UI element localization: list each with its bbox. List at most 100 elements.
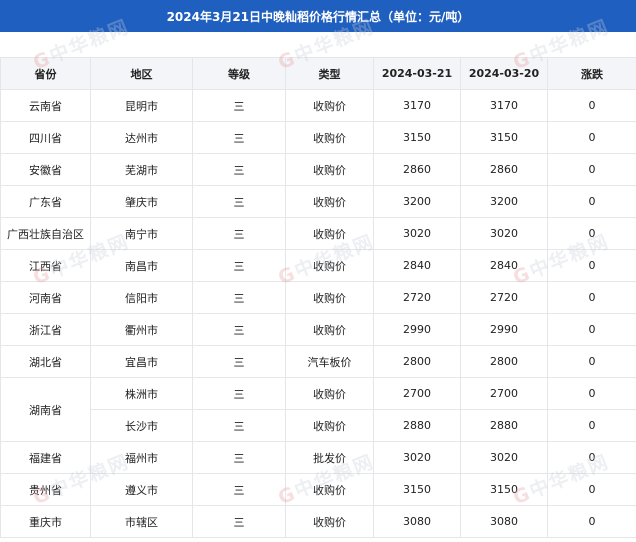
header-grade: 等级 (192, 57, 286, 90)
cell-price-date-1: 3020 (373, 441, 461, 474)
cell-province: 云南省 (0, 89, 91, 122)
table-header-row: 省份 地区 等级 类型 2024-03-21 2024-03-20 涨跌 (0, 57, 636, 90)
cell-province: 四川省 (0, 121, 91, 154)
cell-price-date-1: 2990 (373, 313, 461, 346)
table-row: 湖北省 宜昌市 三 汽车板价 2800 2800 0 (0, 345, 636, 378)
cell-price-date-2: 2800 (460, 345, 548, 378)
cell-type: 汽车板价 (285, 345, 374, 378)
cell-type: 收购价 (285, 505, 374, 538)
cell-type: 收购价 (285, 313, 374, 346)
cell-type: 收购价 (285, 217, 374, 250)
cell-price-date-1: 3170 (373, 89, 461, 122)
cell-city: 市辖区 (90, 505, 193, 538)
table-row: 贵州省 遵义市 三 收购价 3150 3150 0 (0, 473, 636, 506)
cell-change: 0 (547, 217, 636, 250)
price-table: 省份 地区 等级 类型 2024-03-21 2024-03-20 涨跌 云南省… (0, 57, 636, 538)
cell-change: 0 (547, 89, 636, 122)
cell-type: 收购价 (285, 409, 374, 442)
cell-price-date-1: 3150 (373, 121, 461, 154)
table-row: 湖南省 株洲市 三 收购价 2700 2700 0 (0, 377, 636, 442)
table-row: 长沙市 三 收购价 2880 2880 0 (1, 409, 636, 442)
cell-price-date-1: 2840 (373, 249, 461, 282)
cell-change: 0 (547, 281, 636, 314)
cell-province: 浙江省 (0, 313, 91, 346)
cell-price-date-1: 3150 (373, 473, 461, 506)
cell-change: 0 (547, 153, 636, 186)
cell-change: 0 (547, 345, 636, 378)
cell-grade: 三 (192, 281, 286, 314)
price-table-container: 省份 地区 等级 类型 2024-03-21 2024-03-20 涨跌 云南省… (0, 57, 636, 538)
cell-type: 收购价 (285, 185, 374, 218)
cell-city: 宜昌市 (90, 345, 193, 378)
cell-province: 广东省 (0, 185, 91, 218)
cell-city: 信阳市 (90, 281, 193, 314)
header-city: 地区 (90, 57, 193, 90)
cell-price-date-2: 2990 (460, 313, 548, 346)
cell-city: 肇庆市 (90, 185, 193, 218)
cell-grade: 三 (192, 345, 286, 378)
cell-type: 批发价 (285, 441, 374, 474)
table-row: 浙江省 衢州市 三 收购价 2990 2990 0 (0, 313, 636, 346)
cell-change: 0 (547, 505, 636, 538)
cell-change: 0 (547, 377, 636, 410)
cell-city: 衢州市 (90, 313, 193, 346)
cell-grade: 三 (192, 409, 286, 442)
cell-type: 收购价 (285, 249, 374, 282)
cell-city: 昆明市 (90, 89, 193, 122)
table-title-bar: 2024年3月21日中晚籼稻价格行情汇总（单位：元/吨） (0, 0, 636, 32)
cell-price-date-2: 3150 (460, 473, 548, 506)
cell-change: 0 (547, 121, 636, 154)
cell-grade: 三 (192, 505, 286, 538)
cell-change: 0 (547, 473, 636, 506)
cell-price-date-1: 3200 (373, 185, 461, 218)
cell-grade: 三 (192, 217, 286, 250)
cell-price-date-2: 3020 (460, 441, 548, 474)
cell-change: 0 (547, 185, 636, 218)
cell-price-date-1: 2800 (373, 345, 461, 378)
cell-province: 重庆市 (0, 505, 91, 538)
cell-price-date-2: 3200 (460, 185, 548, 218)
cell-province-merged: 湖南省 (0, 377, 91, 442)
table-row: 广东省 肇庆市 三 收购价 3200 3200 0 (0, 185, 636, 218)
cell-price-date-1: 2860 (373, 153, 461, 186)
cell-province: 江西省 (0, 249, 91, 282)
cell-price-date-2: 3170 (460, 89, 548, 122)
cell-province: 福建省 (0, 441, 91, 474)
cell-city: 芜湖市 (90, 153, 193, 186)
cell-grade: 三 (192, 89, 286, 122)
cell-price-date-2: 2860 (460, 153, 548, 186)
header-type: 类型 (285, 57, 374, 90)
cell-type: 收购价 (285, 121, 374, 154)
cell-type: 收购价 (285, 89, 374, 122)
table-row: 福建省 福州市 三 批发价 3020 3020 0 (0, 441, 636, 474)
cell-price-date-1: 2880 (373, 409, 461, 442)
cell-province: 湖北省 (0, 345, 91, 378)
table-row: 江西省 南昌市 三 收购价 2840 2840 0 (0, 249, 636, 282)
cell-price-date-1: 2720 (373, 281, 461, 314)
cell-province: 贵州省 (0, 473, 91, 506)
cell-price-date-2: 2880 (460, 409, 548, 442)
cell-province: 广西壮族自治区 (0, 217, 91, 250)
cell-price-date-2: 3150 (460, 121, 548, 154)
cell-city: 株洲市 (90, 377, 193, 410)
cell-city: 达州市 (90, 121, 193, 154)
cell-change: 0 (547, 409, 636, 442)
cell-change: 0 (547, 441, 636, 474)
cell-price-date-2: 2720 (460, 281, 548, 314)
cell-province: 安徽省 (0, 153, 91, 186)
cell-type: 收购价 (285, 473, 374, 506)
table-title: 2024年3月21日中晚籼稻价格行情汇总（单位：元/吨） (166, 9, 470, 24)
cell-change: 0 (547, 249, 636, 282)
cell-grade: 三 (192, 185, 286, 218)
cell-grade: 三 (192, 377, 286, 410)
cell-grade: 三 (192, 441, 286, 474)
cell-price-date-2: 2840 (460, 249, 548, 282)
cell-price-date-2: 3020 (460, 217, 548, 250)
header-date-2: 2024-03-20 (460, 57, 548, 90)
cell-type: 收购价 (285, 377, 374, 410)
cell-grade: 三 (192, 249, 286, 282)
cell-city: 南昌市 (90, 249, 193, 282)
cell-price-date-2: 2700 (460, 377, 548, 410)
cell-province: 河南省 (0, 281, 91, 314)
cell-city: 长沙市 (90, 409, 193, 442)
